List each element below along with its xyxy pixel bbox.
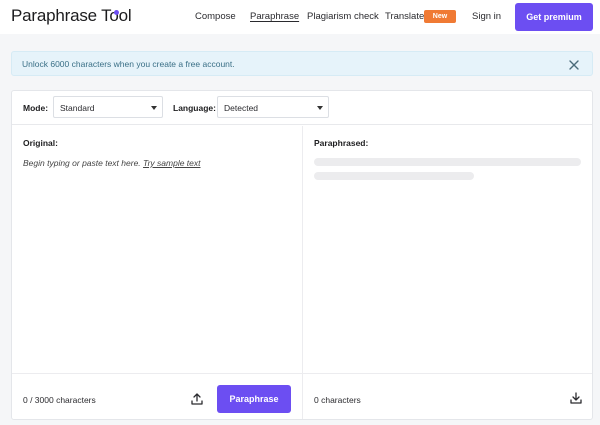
language-label: Language: (173, 103, 216, 113)
get-premium-button[interactable]: Get premium (515, 3, 593, 31)
mode-label: Mode: (23, 103, 49, 113)
chevron-down-icon (151, 106, 157, 110)
original-title: Original: (23, 138, 58, 148)
loading-skeleton-line (314, 158, 581, 166)
nav-sign-in[interactable]: Sign in (472, 11, 501, 22)
language-select-value: Detected (224, 103, 259, 113)
paraphrased-title: Paraphrased: (314, 138, 369, 148)
pane-divider (302, 126, 303, 419)
nav-paraphrase[interactable]: Paraphrase (250, 11, 299, 22)
logo-dot-icon (114, 10, 119, 15)
editor-toolbar: Mode: Standard Language: Detected (12, 91, 592, 125)
loading-skeleton-line (314, 172, 474, 180)
signup-banner: Unlock 6000 characters when you create a… (11, 51, 593, 76)
nav-compose[interactable]: Compose (195, 11, 236, 22)
paraphrase-button[interactable]: Paraphrase (217, 385, 291, 413)
chevron-down-icon (317, 106, 323, 110)
nav-plagiarism-check[interactable]: Plagiarism check (307, 11, 379, 22)
original-text-input[interactable]: Begin typing or paste text here. Try sam… (23, 157, 293, 367)
language-select[interactable]: Detected (217, 96, 329, 118)
nav-translate[interactable]: Translate (385, 11, 424, 22)
top-header: Paraphrase Tool Compose Paraphrase Plagi… (0, 0, 600, 34)
paraphrased-char-count: 0 characters (314, 395, 361, 405)
logo-text[interactable]: Paraphrase Tool (11, 6, 132, 26)
new-badge: New (424, 10, 456, 23)
paraphrase-editor: Mode: Standard Language: Detected Origin… (11, 90, 593, 420)
upload-icon[interactable] (190, 392, 204, 406)
mode-select-value: Standard (60, 103, 95, 113)
try-sample-text-link[interactable]: Try sample text (143, 158, 200, 168)
close-icon[interactable] (568, 58, 580, 70)
footer-divider (12, 373, 592, 374)
original-placeholder: Begin typing or paste text here. (23, 158, 141, 168)
banner-text: Unlock 6000 characters when you create a… (22, 59, 235, 69)
original-char-count: 0 / 3000 characters (23, 395, 96, 405)
mode-select[interactable]: Standard (53, 96, 163, 118)
download-icon[interactable] (569, 391, 583, 405)
